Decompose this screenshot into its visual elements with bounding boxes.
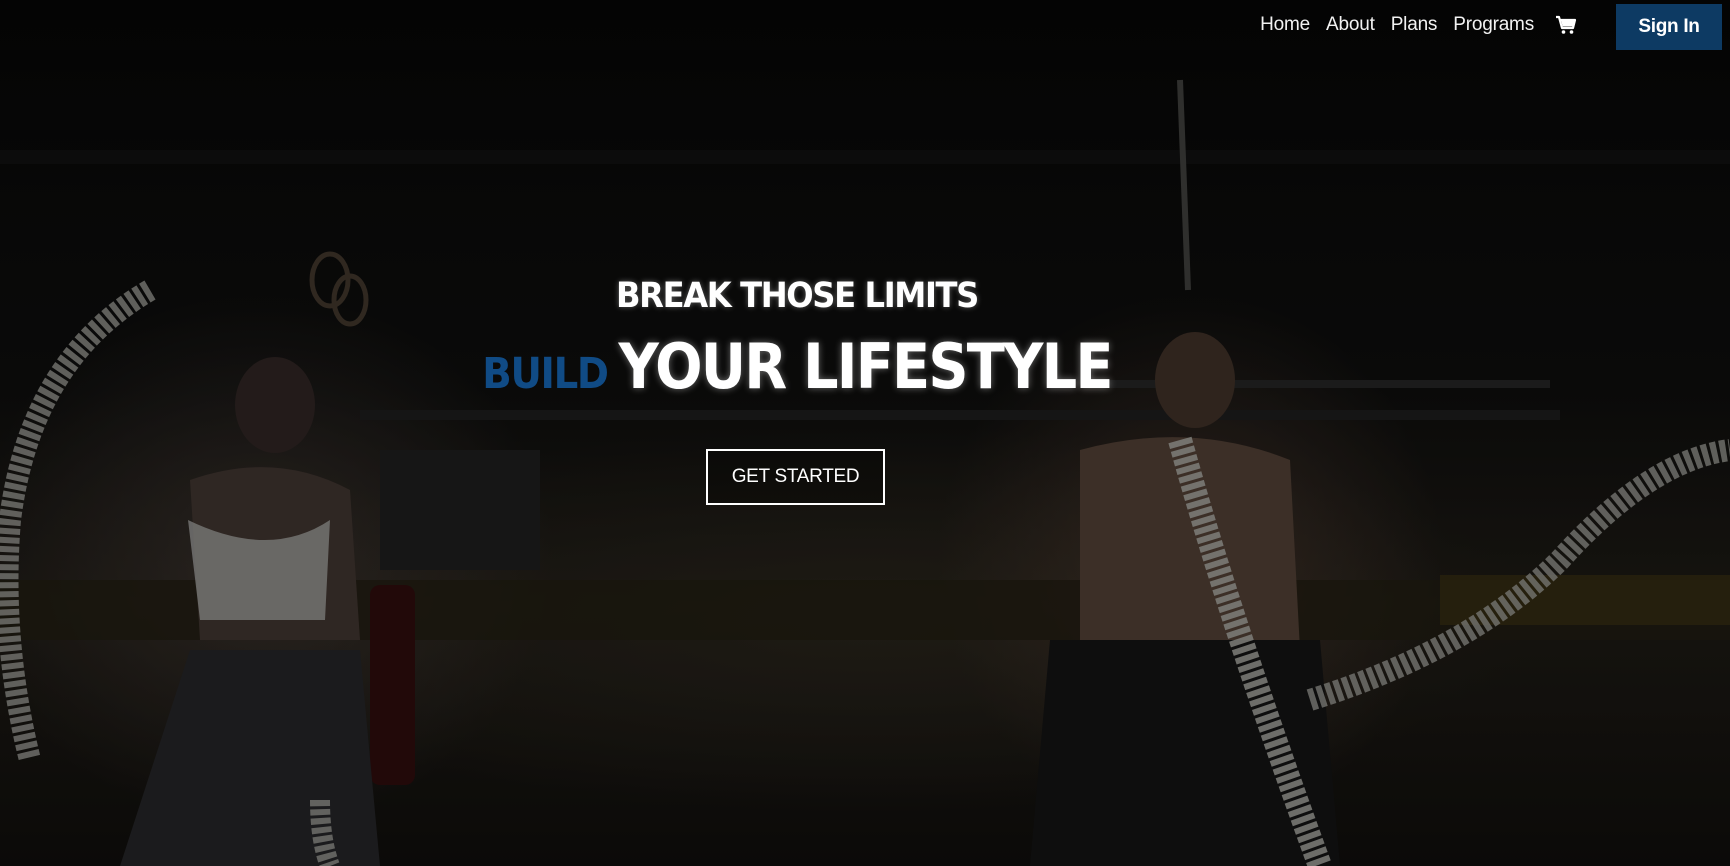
top-navigation: Home About Plans Programs Sign In (1260, 0, 1730, 50)
nav-link-home[interactable]: Home (1260, 14, 1310, 36)
nav-link-about[interactable]: About (1326, 14, 1375, 36)
hero-dark-overlay (0, 0, 1730, 866)
sign-in-button[interactable]: Sign In (1616, 4, 1722, 50)
nav-link-programs[interactable]: Programs (1453, 14, 1534, 36)
headline-accent-word: BUILD (482, 349, 609, 399)
headline-main-text: YOUR LIFESTYLE (618, 330, 1113, 403)
hero-tagline: BREAK THOSE LIMITS (616, 276, 979, 316)
hero-headline: BUILD YOUR LIFESTYLE (80, 330, 1515, 403)
nav-link-plans[interactable]: Plans (1391, 14, 1438, 36)
hero-section: Home About Plans Programs Sign In BREAK … (0, 0, 1730, 866)
shopping-cart-icon[interactable] (1554, 13, 1578, 37)
get-started-button[interactable]: GET STARTED (706, 449, 885, 505)
